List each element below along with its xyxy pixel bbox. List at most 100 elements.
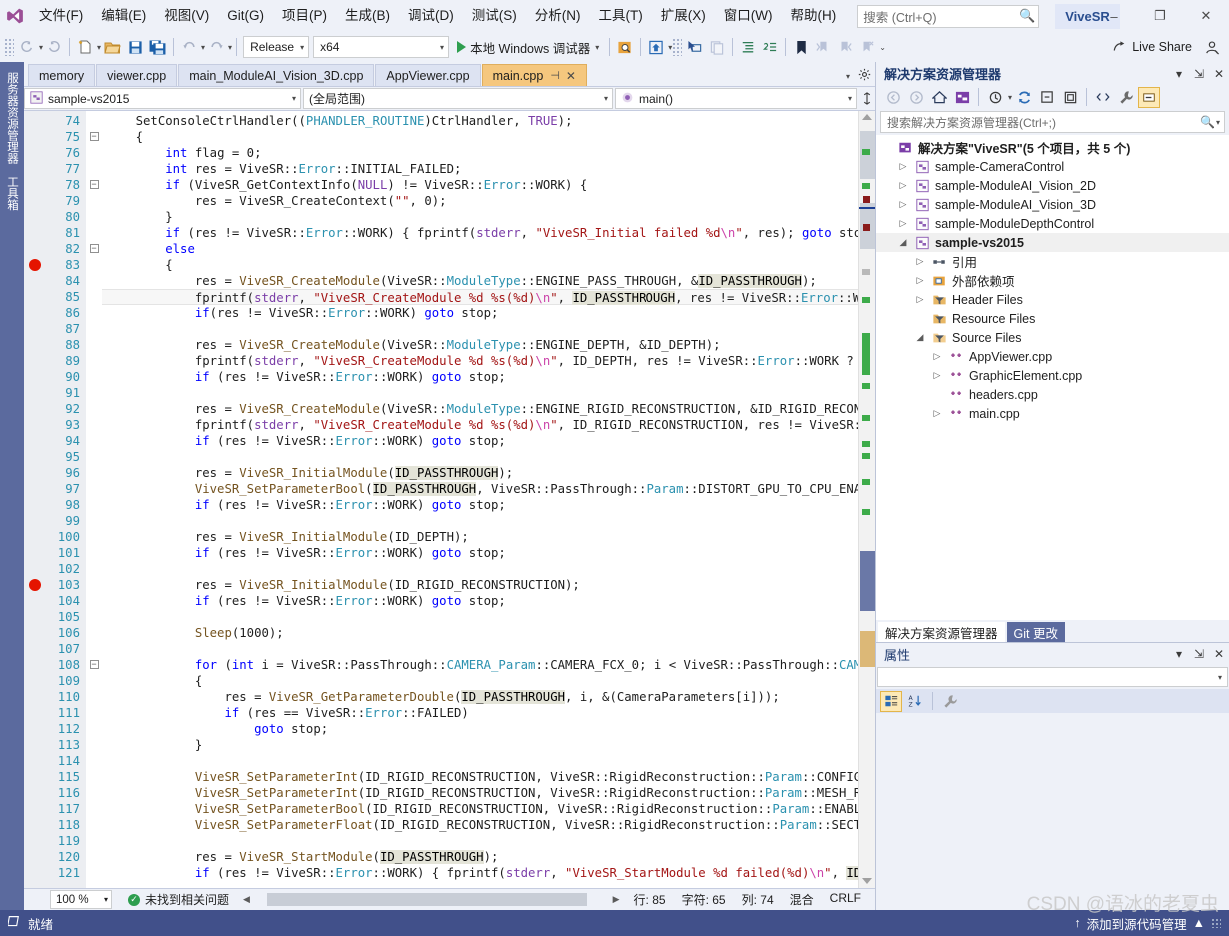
- code-line[interactable]: res = ViveSR_InitialModule(ID_PASSTHROUG…: [102, 465, 858, 481]
- tab-viewer-cpp[interactable]: viewer.cpp: [96, 64, 178, 86]
- tree-item[interactable]: ◢ Source Files: [876, 328, 1229, 347]
- code-line[interactable]: if (res != ViveSR::Error::WORK) goto sto…: [102, 497, 858, 513]
- back-icon[interactable]: [882, 87, 904, 108]
- tab-memory[interactable]: memory: [28, 64, 96, 86]
- navigate-back-icon[interactable]: [16, 35, 38, 59]
- select-element-icon[interactable]: [684, 35, 706, 59]
- search-solution-icon[interactable]: [614, 35, 636, 59]
- toolbar-grip-2[interactable]: [672, 38, 683, 56]
- code-line[interactable]: [102, 449, 858, 465]
- properties-wrench-icon[interactable]: [1115, 87, 1137, 108]
- solution-explorer-icon[interactable]: [951, 87, 973, 108]
- scroll-thumb[interactable]: [860, 131, 875, 179]
- live-preview-icon[interactable]: [645, 35, 667, 59]
- code-line[interactable]: res = ViveSR_StartModule(ID_PASSTHROUGH)…: [102, 849, 858, 865]
- code-line[interactable]: int flag = 0;: [102, 145, 858, 161]
- tree-expand-icon[interactable]: ▷: [931, 408, 943, 419]
- menu-build[interactable]: 生成(B): [336, 2, 399, 30]
- menu-edit[interactable]: 编辑(E): [92, 2, 155, 30]
- code-line[interactable]: if (res != ViveSR::Error::WORK) goto sto…: [102, 545, 858, 561]
- tree-expand-icon[interactable]: ▷: [897, 161, 909, 172]
- clear-bookmarks-icon[interactable]: [856, 35, 878, 59]
- member-scope-combo[interactable]: main() ▾: [615, 88, 857, 109]
- redo-icon[interactable]: [205, 35, 227, 59]
- breakpoint-marker[interactable]: [29, 579, 41, 591]
- tree-expand-icon[interactable]: ▷: [897, 199, 909, 210]
- code-line[interactable]: if (res != ViveSR::Error::WORK) { fprint…: [102, 225, 858, 241]
- tree-expand-collapse-icon[interactable]: ◢: [897, 237, 909, 248]
- properties-grid[interactable]: [876, 713, 1229, 910]
- tree-item[interactable]: Resource Files: [876, 309, 1229, 328]
- code-line[interactable]: for (int i = ViveSR::PassThrough::CAMERA…: [102, 657, 858, 673]
- code-line[interactable]: {: [102, 257, 858, 273]
- horizontal-scroll-thumb[interactable]: [267, 893, 588, 906]
- pin-panel-icon[interactable]: ⇲: [1189, 67, 1209, 81]
- menu-analyze[interactable]: 分析(N): [526, 2, 590, 30]
- scroll-down-arrow-icon[interactable]: [862, 878, 872, 884]
- resize-grip[interactable]: [1211, 918, 1221, 928]
- pending-changes-icon[interactable]: [984, 87, 1006, 108]
- close-tab-icon[interactable]: ✕: [566, 69, 576, 83]
- menu-help[interactable]: 帮助(H): [781, 2, 845, 30]
- notifications-icon[interactable]: ▲: [1193, 916, 1205, 930]
- solution-search-input[interactable]: 搜索解决方案资源管理器(Ctrl+;): [887, 114, 1200, 131]
- preview-selected-items-icon[interactable]: [1138, 86, 1161, 108]
- code-line[interactable]: [102, 833, 858, 849]
- tree-expand-icon[interactable]: ▷: [897, 218, 909, 229]
- code-line[interactable]: res = ViveSR_CreateModule(ViveSR::Module…: [102, 401, 858, 417]
- properties-dropdown-icon[interactable]: ▾: [1169, 647, 1189, 661]
- tree-item[interactable]: ▷ sample-ModuleAI_Vision_2D: [876, 176, 1229, 195]
- code-line[interactable]: [102, 609, 858, 625]
- toolbar-overflow-icon[interactable]: ⌄: [879, 43, 886, 52]
- code-line[interactable]: if(res != ViveSR::Error::WORK) goto stop…: [102, 305, 858, 321]
- global-search-input[interactable]: 搜索 (Ctrl+Q): [863, 7, 1019, 26]
- tree-item[interactable]: 解决方案"ViveSR"(5 个项目，共 5 个): [876, 138, 1229, 157]
- scroll-up-arrow-icon[interactable]: [862, 114, 872, 120]
- global-search-box[interactable]: 搜索 (Ctrl+Q) 🔍: [857, 4, 1040, 28]
- alphabetical-sort-icon[interactable]: AZ: [904, 691, 926, 712]
- horizontal-scrollbar[interactable]: ◀ ▶: [239, 892, 624, 907]
- fold-toggle[interactable]: −: [86, 177, 102, 193]
- zoom-level-combo[interactable]: 100 % ▾: [50, 890, 112, 909]
- dock-tab-git-changes[interactable]: Git 更改: [1006, 622, 1065, 642]
- new-project-icon[interactable]: [74, 35, 96, 59]
- code-line[interactable]: if (res != ViveSR::Error::WORK) goto sto…: [102, 593, 858, 609]
- minimize-button[interactable]: –: [1091, 0, 1137, 32]
- type-scope-combo[interactable]: (全局范围) ▾: [303, 88, 613, 109]
- code-line[interactable]: if (res == ViveSR::Error::FAILED): [102, 705, 858, 721]
- tree-item[interactable]: ▷ sample-CameraControl: [876, 157, 1229, 176]
- menu-extensions[interactable]: 扩展(X): [652, 2, 715, 30]
- menu-debug[interactable]: 调试(D): [399, 2, 463, 30]
- code-line[interactable]: ViveSR_SetParameterInt(ID_RIGID_RECONSTR…: [102, 785, 858, 801]
- scroll-thumb-3[interactable]: [860, 551, 875, 611]
- code-line[interactable]: [102, 641, 858, 657]
- rail-tab-server-explorer[interactable]: 服务器资源管理器: [1, 66, 23, 170]
- menu-file[interactable]: 文件(F): [30, 2, 92, 30]
- show-all-files-icon[interactable]: [1059, 87, 1081, 108]
- tree-item[interactable]: headers.cpp: [876, 385, 1229, 404]
- tab-list-dropdown-icon[interactable]: ▾: [846, 72, 850, 81]
- breakpoint-gutter[interactable]: [24, 111, 46, 888]
- collapse-all-icon[interactable]: [1036, 87, 1058, 108]
- scroll-right-arrow-icon[interactable]: ▶: [613, 894, 620, 905]
- code-line[interactable]: res = ViveSR_CreateModule(ViveSR::Module…: [102, 337, 858, 353]
- forward-icon[interactable]: [905, 87, 927, 108]
- save-all-icon[interactable]: [146, 35, 169, 59]
- toolbar-grip[interactable]: [4, 38, 14, 56]
- tree-expand-icon[interactable]: ▷: [914, 275, 926, 286]
- code-line[interactable]: fprintf(stderr, "ViveSR_CreateModule %d …: [102, 353, 858, 369]
- code-line[interactable]: [102, 561, 858, 577]
- categorized-view-icon[interactable]: [880, 690, 902, 712]
- code-line[interactable]: res = ViveSR_CreateModule(ViveSR::Module…: [102, 273, 858, 289]
- search-options-dropdown-icon[interactable]: ▾: [1216, 118, 1220, 127]
- issues-indicator[interactable]: ✓ 未找到相关问题: [128, 891, 229, 908]
- fold-toggle[interactable]: −: [86, 657, 102, 673]
- code-line[interactable]: int res = ViveSR::Error::INITIAL_FAILED;: [102, 161, 858, 177]
- tree-expand-icon[interactable]: ▷: [931, 370, 943, 381]
- tab-main-cpp[interactable]: main.cpp ⊣ ✕: [481, 64, 587, 86]
- breakpoint-marker[interactable]: [29, 259, 41, 271]
- code-editor[interactable]: 74 75 76 77 78 79 80 81 82 83 84 85 86 87 88 89 90 91 92 93…: [24, 110, 875, 888]
- property-pages-wrench-icon[interactable]: [939, 691, 961, 712]
- code-line[interactable]: if (ViveSR_GetContextInfo(NULL) != ViveS…: [102, 177, 858, 193]
- menu-project[interactable]: 项目(P): [273, 2, 336, 30]
